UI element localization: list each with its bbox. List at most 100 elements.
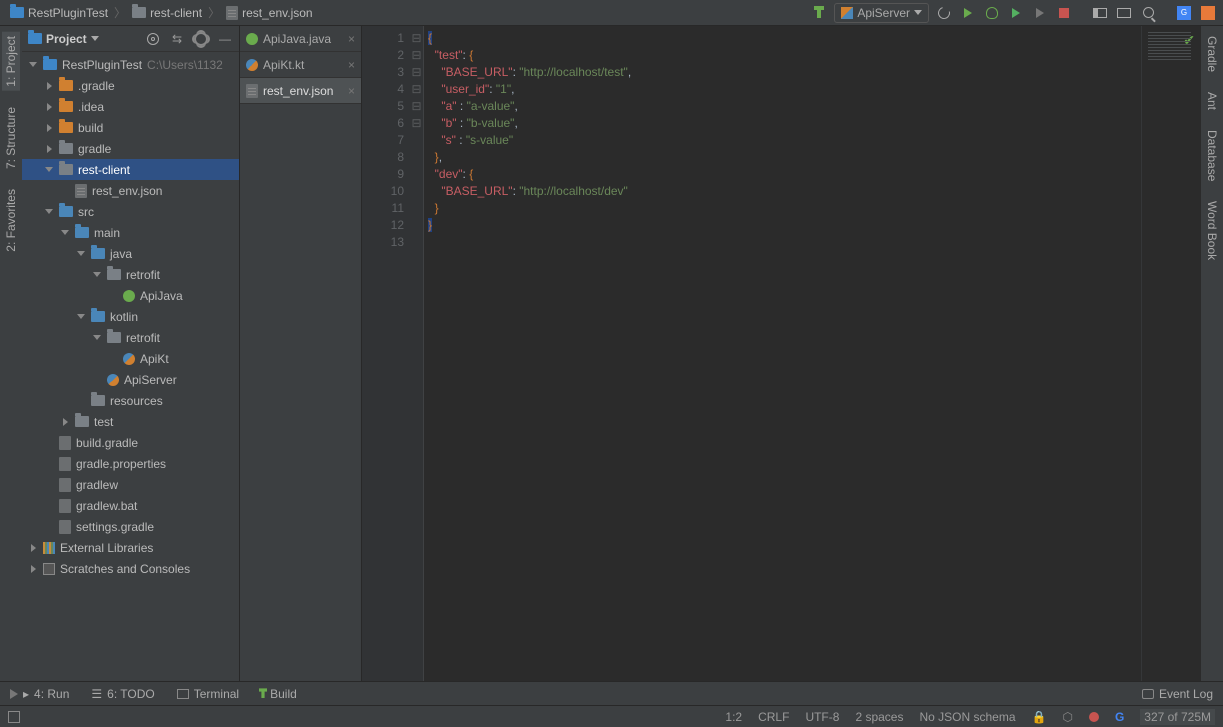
- project-panel-header: Project ⇆ —: [22, 26, 239, 52]
- stack-icon[interactable]: [1199, 3, 1217, 23]
- left-stripe-tab[interactable]: 7: Structure: [2, 103, 20, 173]
- tree-chevron-icon[interactable]: [44, 209, 54, 214]
- gear-icon[interactable]: [193, 31, 209, 47]
- tree-chevron-icon[interactable]: [28, 544, 38, 552]
- folder-icon: [107, 332, 121, 343]
- tree-node[interactable]: src: [22, 201, 239, 222]
- project-icon: [28, 33, 42, 44]
- editor-tab[interactable]: rest_env.json×: [240, 78, 361, 104]
- editor-tab[interactable]: ApiJava.java×: [240, 26, 361, 52]
- breadcrumb-item[interactable]: rest_env.json: [222, 2, 316, 24]
- coverage-icon[interactable]: [1007, 3, 1025, 23]
- tree-chevron-icon[interactable]: [44, 103, 54, 111]
- statusbar-panel-icon[interactable]: [8, 711, 20, 723]
- hammer-icon[interactable]: [810, 3, 828, 23]
- tree-node[interactable]: main: [22, 222, 239, 243]
- close-icon[interactable]: ×: [348, 84, 355, 98]
- editor-minimap[interactable]: ✔: [1141, 26, 1201, 681]
- editor-code[interactable]: { "test": { "BASE_URL": "http://localhos…: [424, 26, 1141, 681]
- editor-tab[interactable]: ApiKt.kt×: [240, 52, 361, 78]
- expand-icon[interactable]: ⇆: [169, 31, 185, 47]
- right-stripe-tab[interactable]: Word Book: [1203, 197, 1221, 264]
- breadcrumb-item[interactable]: rest-client: [128, 2, 206, 24]
- chevron-down-icon[interactable]: [91, 36, 99, 41]
- lock-icon[interactable]: 🔒: [1032, 710, 1047, 724]
- error-indicator-icon[interactable]: [1089, 712, 1099, 722]
- tree-node[interactable]: ApiServer: [22, 369, 239, 390]
- profile-icon[interactable]: [1031, 3, 1049, 23]
- updates-icon[interactable]: ⬡: [1062, 710, 1072, 724]
- translate-icon[interactable]: G: [1175, 3, 1193, 23]
- hide-icon[interactable]: —: [217, 31, 233, 47]
- tree-node[interactable]: retrofit: [22, 327, 239, 348]
- editor-fold-gutter[interactable]: ⊟⊟ ⊟⊟ ⊟⊟: [410, 26, 424, 681]
- tree-chevron-icon[interactable]: [44, 82, 54, 90]
- terminal-tool-button[interactable]: Terminal: [177, 687, 239, 701]
- tree-node[interactable]: kotlin: [22, 306, 239, 327]
- tree-node[interactable]: gradlew: [22, 474, 239, 495]
- tree-node[interactable]: External Libraries: [22, 537, 239, 558]
- event-log-button[interactable]: Event Log: [1142, 687, 1213, 701]
- tree-node[interactable]: settings.gradle: [22, 516, 239, 537]
- tree-chevron-icon[interactable]: [28, 62, 38, 67]
- tree-chevron-icon[interactable]: [76, 251, 86, 256]
- tree-node[interactable]: gradle.properties: [22, 453, 239, 474]
- tree-node[interactable]: java: [22, 243, 239, 264]
- build-tool-button[interactable]: Build: [261, 687, 297, 701]
- tree-node[interactable]: .idea: [22, 96, 239, 117]
- left-stripe-tab[interactable]: 2: Favorites: [2, 185, 20, 256]
- tree-node-label: RestPluginTest: [62, 58, 142, 72]
- close-icon[interactable]: ×: [348, 32, 355, 46]
- close-icon[interactable]: ×: [348, 58, 355, 72]
- tree-chevron-icon[interactable]: [92, 335, 102, 340]
- caret-position[interactable]: 1:2: [725, 710, 742, 724]
- tree-chevron-icon[interactable]: [44, 124, 54, 132]
- run-config-selector[interactable]: ApiServer: [834, 3, 929, 23]
- tree-node[interactable]: .gradle: [22, 75, 239, 96]
- indent-setting[interactable]: 2 spaces: [855, 710, 903, 724]
- tree-chevron-icon[interactable]: [44, 167, 54, 172]
- run-icon[interactable]: [959, 3, 977, 23]
- google-icon[interactable]: G: [1115, 710, 1124, 724]
- right-stripe-tab[interactable]: Ant: [1203, 88, 1221, 114]
- tree-chevron-icon[interactable]: [44, 145, 54, 153]
- project-tree[interactable]: RestPluginTest C:\Users\1132.gradle.idea…: [22, 52, 239, 681]
- tree-node[interactable]: ApiKt: [22, 348, 239, 369]
- reload-icon[interactable]: [935, 3, 953, 23]
- todo-tool-button[interactable]: ☰ 6: TODO: [91, 687, 154, 701]
- tree-node[interactable]: resources: [22, 390, 239, 411]
- tree-node[interactable]: ApiJava: [22, 285, 239, 306]
- tree-node[interactable]: retrofit: [22, 264, 239, 285]
- tree-node[interactable]: rest_env.json: [22, 180, 239, 201]
- tree-node[interactable]: test: [22, 411, 239, 432]
- stop-icon[interactable]: [1055, 3, 1073, 23]
- tree-node[interactable]: build.gradle: [22, 432, 239, 453]
- left-stripe-tab[interactable]: 1: Project: [2, 32, 20, 91]
- memory-indicator[interactable]: 327 of 725M: [1140, 709, 1215, 725]
- line-separator[interactable]: CRLF: [758, 710, 789, 724]
- tree-chevron-icon[interactable]: [28, 565, 38, 573]
- target-icon[interactable]: [145, 31, 161, 47]
- run-tool-button[interactable]: ▸ 4: Run: [10, 687, 69, 701]
- panel-icon[interactable]: [1091, 3, 1109, 23]
- search-icon[interactable]: [1139, 3, 1157, 23]
- tree-chevron-icon[interactable]: [60, 230, 70, 235]
- tree-chevron-icon[interactable]: [76, 314, 86, 319]
- debug-icon[interactable]: [983, 3, 1001, 23]
- tree-node[interactable]: gradlew.bat: [22, 495, 239, 516]
- folder-icon: [91, 248, 105, 259]
- tree-chevron-icon[interactable]: [92, 272, 102, 277]
- tree-node[interactable]: rest-client: [22, 159, 239, 180]
- right-stripe-tab[interactable]: Gradle: [1203, 32, 1221, 76]
- panel2-icon[interactable]: [1115, 3, 1133, 23]
- breadcrumb-item[interactable]: RestPluginTest: [6, 2, 112, 24]
- tree-chevron-icon[interactable]: [60, 418, 70, 426]
- tree-node[interactable]: build: [22, 117, 239, 138]
- json-schema-status[interactable]: No JSON schema: [919, 710, 1015, 724]
- tree-node[interactable]: Scratches and Consoles: [22, 558, 239, 579]
- folder-icon: [59, 80, 73, 91]
- tree-node[interactable]: RestPluginTest C:\Users\1132: [22, 54, 239, 75]
- tree-node[interactable]: gradle: [22, 138, 239, 159]
- right-stripe-tab[interactable]: Database: [1203, 126, 1221, 185]
- file-encoding[interactable]: UTF-8: [805, 710, 839, 724]
